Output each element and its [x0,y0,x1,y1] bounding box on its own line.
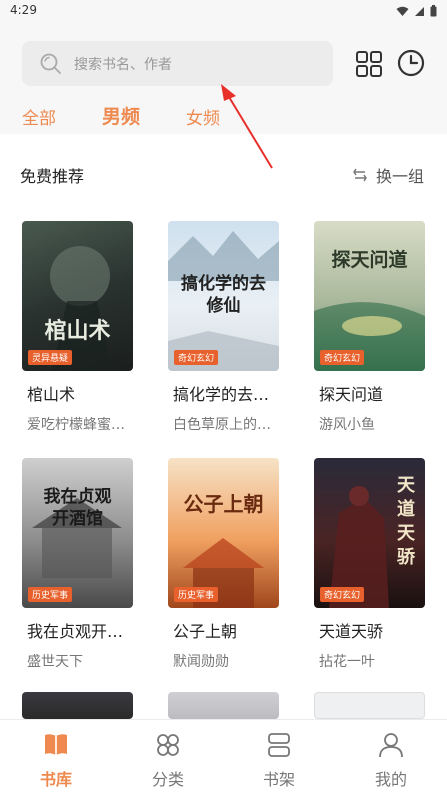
genre-badge: 历史军事 [28,587,73,602]
nav-library[interactable]: 书库 [16,732,96,790]
book-cover[interactable]: 探天问道 奇幻玄幻 [314,221,425,371]
cover-title: 公子上朝 [183,492,264,516]
user-icon [379,733,403,758]
book-cover[interactable]: 公子上朝 历史军事 [168,458,279,608]
book-author: 爱吃柠檬蜂蜜… [27,417,125,433]
book-title: 天道天骄 [319,622,384,641]
book-icon [45,734,67,755]
bottom-nav: 书库 分类 书架 我的 [0,719,447,795]
book-card[interactable]: 公子上朝 历史军事 公子上朝 默闻勋勋 [168,458,279,671]
refresh-button[interactable]: 换一组 [352,163,424,187]
nav-shelf-label: 书架 [262,770,295,789]
book-cover[interactable]: 我在贞观开酒馆 历史军事 [22,458,133,608]
tab-male[interactable]: 男频 [102,102,140,129]
search-placeholder: 搜索书名、作者 [74,56,172,73]
cover-title: 探天问道 [331,249,408,271]
genre-badge: 奇幻玄幻 [174,350,219,365]
tab-all[interactable]: 全部 [22,104,56,129]
book-title: 我在贞观开… [27,622,124,641]
genre-badge: 奇幻玄幻 [320,350,365,365]
cover-title: 棺山术 [44,318,111,344]
channel-tabs: 全部 男频 女频 [0,104,447,134]
book-card[interactable]: 搞化学的去修仙 奇幻玄幻 搞化学的去… 白色草原上的… [168,221,279,434]
genre-badge: 奇幻玄幻 [320,587,365,602]
book-card[interactable]: 棺山术 灵异悬疑 棺山术 爱吃柠檬蜂蜜… [22,221,133,434]
book-author: 默闻勋勋 [173,654,229,670]
book-author: 白色草原上的… [173,417,271,433]
wifi-icon [396,6,409,16]
shelf-icon [268,733,290,757]
header: 搜索书名、作者 全部 男频 女频 [0,24,447,134]
book-author: 拈花一叶 [319,654,375,670]
cover-art [183,538,264,608]
cover-title: 天道天骄 [397,475,415,568]
genre-badge: 历史军事 [174,587,219,602]
genre-badge: 灵异悬疑 [28,350,73,365]
nav-category-label: 分类 [151,770,184,789]
signal-icon [415,6,424,16]
book-title: 探天问道 [319,385,384,404]
book-card[interactable]: 我在贞观开酒馆 历史军事 我在贞观开… 盛世天下 [22,458,133,671]
nav-profile-label: 我的 [374,770,407,789]
category-icon [157,734,179,756]
battery-icon [430,5,437,17]
book-cover[interactable] [168,692,279,719]
nav-library-label: 书库 [39,770,72,789]
refresh-icon [353,168,367,182]
cover-art [32,498,122,578]
book-cover[interactable]: 搞化学的去修仙 奇幻玄幻 [168,221,279,371]
book-author: 盛世天下 [27,654,83,670]
book-title: 棺山术 [27,385,76,404]
book-cover[interactable]: 天道天骄 奇幻玄幻 [314,458,425,608]
status-bar: 4:29 [0,0,447,24]
cover-art [314,302,425,371]
history-clock-icon[interactable] [397,49,425,77]
tab-female[interactable]: 女频 [186,104,220,129]
search-icon [40,53,61,74]
cover-title: 搞化学的去修仙 [181,274,266,316]
book-title: 搞化学的去… [173,385,270,404]
status-icons [396,5,437,17]
nav-category[interactable]: 分类 [128,732,208,790]
book-title: 公子上朝 [173,622,238,641]
book-cover[interactable]: 棺山术 灵异悬疑 [22,221,133,371]
book-card[interactable]: 天道天骄 奇幻玄幻 天道天骄 拈花一叶 [314,458,425,671]
book-author: 游风小鱼 [319,417,375,433]
search-box[interactable]: 搜索书名、作者 [22,41,333,86]
book-card[interactable]: 探天问道 奇幻玄幻 探天问道 游风小鱼 [314,221,425,434]
book-cover[interactable] [314,692,425,719]
book-cover[interactable] [22,692,133,719]
cover-art [50,246,112,371]
status-time: 4:29 [10,3,37,17]
nav-profile[interactable]: 我的 [351,732,431,790]
refresh-label: 换一组 [376,167,425,186]
cover-title: 我在贞观开酒馆 [43,487,112,529]
grid-view-icon[interactable] [355,50,383,78]
section-title: 免费推荐 [20,167,85,186]
nav-shelf[interactable]: 书架 [239,732,319,790]
